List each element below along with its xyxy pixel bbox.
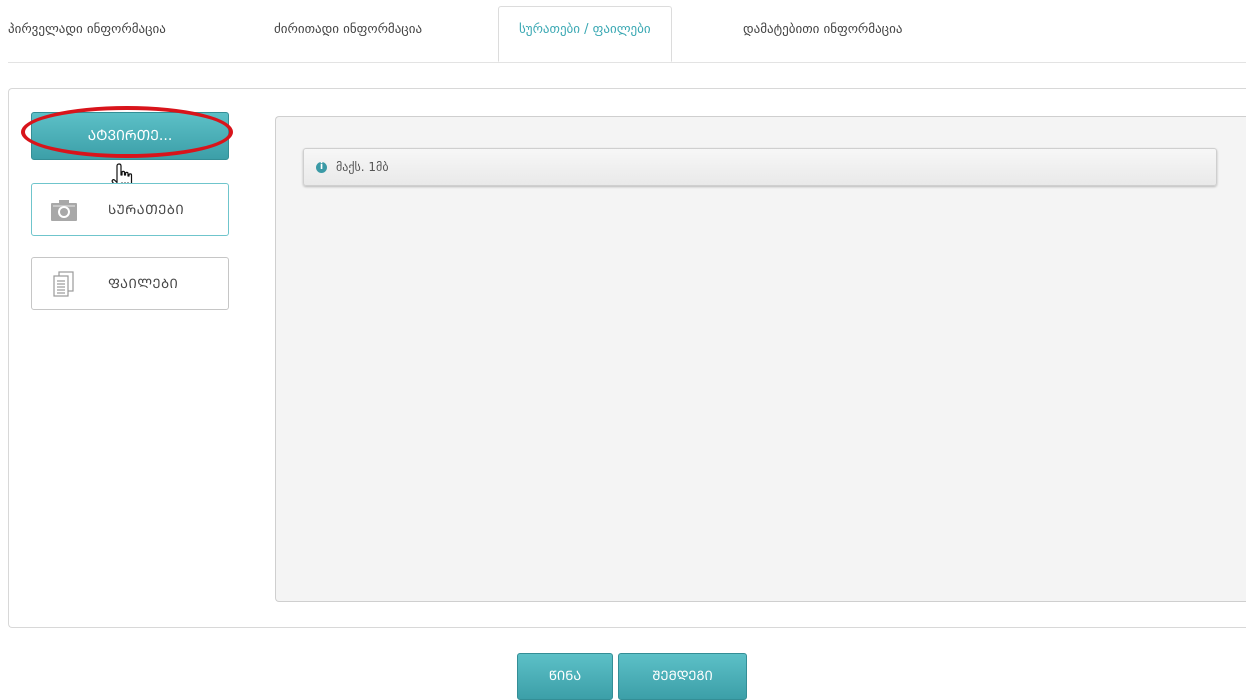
files-button-label: ᲤᲐᲘᲚᲔᲑᲘ (108, 277, 179, 292)
tab-photos-files[interactable]: სურათები / ფაილები (498, 6, 672, 62)
tab-bar: პირველადი ინფორმაცია ძირითადი ინფორმაცია… (8, 0, 1246, 63)
upload-drop-area[interactable] (275, 116, 1246, 602)
browse-button[interactable]: ᲐᲢᲕᲘᲠᲗᲔ... (31, 112, 229, 160)
next-button[interactable]: ᲨᲔᲛᲓᲔᲒᲘ (618, 653, 747, 700)
previous-button[interactable]: ᲬᲘᲜᲐ (517, 653, 613, 700)
photos-button[interactable]: ᲡᲣᲠᲐᲗᲔᲑᲘ (31, 183, 229, 236)
tab-photos-files-label: სურათები / ფაილები (519, 22, 651, 37)
documents-icon (53, 271, 74, 297)
tab-additional-info[interactable]: დამატებითი ინფორმაცია (743, 22, 902, 37)
camera-icon (51, 200, 77, 221)
photos-button-label: ᲡᲣᲠᲐᲗᲔᲑᲘ (108, 203, 185, 218)
tab-main-info[interactable]: ძირითადი ინფორმაცია (274, 22, 422, 37)
tab-primary-info[interactable]: პირველადი ინფორმაცია (8, 22, 166, 37)
max-size-info-bar: i მაქს. 1მბ (303, 148, 1217, 186)
max-size-text: მაქს. 1მბ (336, 160, 389, 174)
files-button[interactable]: ᲤᲐᲘᲚᲔᲑᲘ (31, 257, 229, 310)
info-icon: i (316, 162, 327, 173)
